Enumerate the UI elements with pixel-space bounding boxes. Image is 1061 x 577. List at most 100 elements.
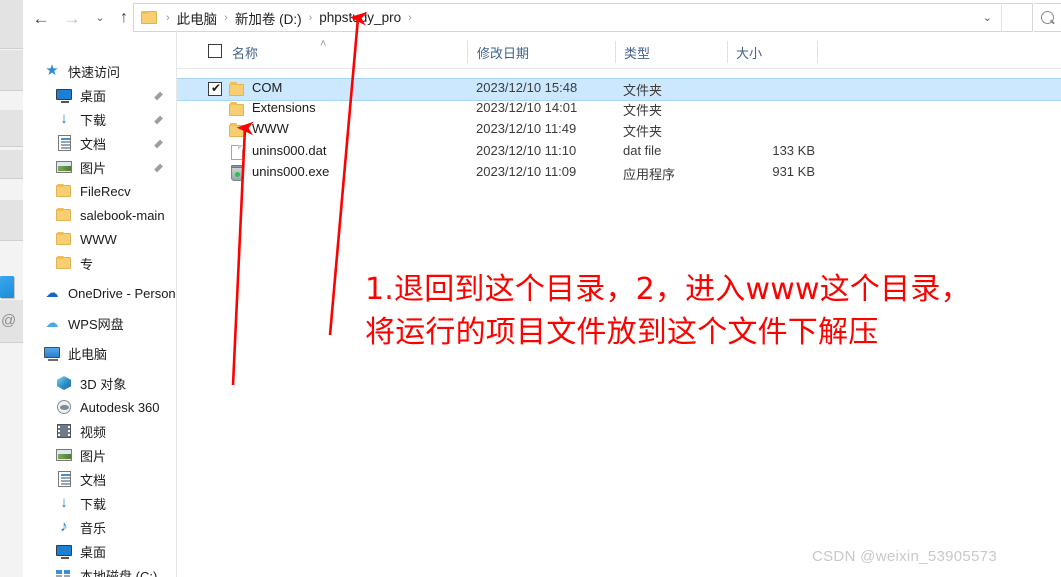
sidebar-item-13[interactable]: Autodesk 360 <box>23 395 176 419</box>
folder-icon <box>55 206 73 224</box>
arrow-up-icon: ↑ <box>120 9 128 26</box>
pin-icon[interactable]: ▮ <box>152 113 165 126</box>
file-size: 931 KB <box>772 164 815 179</box>
pin-icon[interactable]: ▮ <box>152 137 165 150</box>
sidebar-item-17[interactable]: ↓ 下载 <box>23 491 176 515</box>
file-date: 2023/12/10 11:49 <box>476 121 577 136</box>
table-row[interactable]: Extensions 2023/12/10 14:01 文件夹 <box>177 99 1061 120</box>
folder-icon <box>229 82 244 96</box>
download-icon: ↓ <box>60 494 68 511</box>
breadcrumb-phpstudy-pro[interactable]: phpstudy_pro <box>319 10 401 25</box>
sidebar-item-label: 文档 <box>80 136 107 152</box>
recent-locations-button[interactable]: ⌄ <box>87 6 113 30</box>
breadcrumb-this-pc[interactable]: 此电脑 <box>177 8 218 28</box>
navigation-bar: ← → ⌄ ↑ › 此电脑 › 新加卷 (D:) › phpstudy_pro … <box>23 0 1061 36</box>
file-type: 文件夹 <box>623 103 663 118</box>
row-checkbox[interactable]: ✔ <box>208 81 222 96</box>
table-row[interactable]: ✔ COM 2023/12/10 15:48 文件夹 <box>177 78 1061 101</box>
sidebar-item-label: 文档 <box>80 472 107 488</box>
file-name: COM <box>252 80 283 95</box>
folder-icon <box>229 123 244 137</box>
desktop-icon <box>55 86 73 104</box>
pictures-icon <box>56 161 72 173</box>
sidebar-item-19[interactable]: 桌面 <box>23 539 176 563</box>
chevron-down-icon: ⌄ <box>95 11 105 24</box>
sidebar-item-label: WWW <box>80 231 117 247</box>
file-name: WWW <box>252 121 289 136</box>
document-icon <box>55 470 73 488</box>
sidebar-item-label: WPS网盘 <box>68 316 124 332</box>
pin-icon[interactable]: ▮ <box>152 161 165 174</box>
table-row[interactable]: unins000.dat 2023/12/10 11:10 dat file 133 … <box>177 142 1061 163</box>
sidebar-item-label: FileRecv <box>80 183 131 199</box>
annotation-line-2: 将运行的项目文件放到这个文件下解压 <box>365 315 879 350</box>
sidebar-item-18[interactable]: ♪ 音乐 <box>23 515 176 539</box>
select-all-checkbox[interactable] <box>208 44 222 58</box>
sidebar-item-label: OneDrive - Personal <box>68 285 176 301</box>
3d-objects-icon <box>55 374 73 392</box>
folder-icon <box>229 102 244 116</box>
file-icon <box>229 102 245 117</box>
table-row[interactable]: WWW 2023/12/10 11:49 文件夹 <box>177 120 1061 141</box>
download-icon: ↓ <box>55 110 73 128</box>
breadcrumb-separator[interactable]: › <box>401 12 419 24</box>
pin-icon[interactable]: ▮ <box>152 89 165 102</box>
folder-icon <box>56 232 71 245</box>
sidebar-item-16[interactable]: 文档 <box>23 467 176 491</box>
breadcrumb-separator[interactable]: › <box>217 12 235 24</box>
sidebar-item-14[interactable]: 视频 <box>23 419 176 443</box>
autodesk-icon <box>55 398 73 416</box>
check-icon: ✔ <box>211 81 222 95</box>
file-icon <box>229 123 245 138</box>
annotation-text: 1.退回到这个目录，2，进入www这个目录， 将运行的项目文件放到这个文件下解压 <box>365 268 1055 354</box>
sidebar-item-4[interactable]: 图片 ▮ <box>23 155 176 179</box>
file-icon <box>229 165 245 181</box>
file-name: unins000.exe <box>252 164 330 179</box>
sidebar-item-11[interactable]: 此电脑 <box>23 341 176 365</box>
sidebar-item-9[interactable]: ☁ OneDrive - Personal <box>23 281 177 305</box>
document-icon <box>55 134 73 152</box>
sidebar-item-7[interactable]: WWW <box>23 227 176 251</box>
sidebar-item-label: 此电脑 <box>68 346 108 362</box>
sidebar-item-label: 图片 <box>80 160 107 176</box>
desktop-icon <box>56 545 72 559</box>
sidebar-item-12[interactable]: 3D 对象 <box>23 371 176 395</box>
navigation-pane[interactable]: ★ 快速访问 桌面 ▮ ↓ 下载 ▮ 文档 ▮ 图片 ▮ FileRecv salebook-main W… <box>23 36 176 577</box>
address-dropdown-icon[interactable]: ⌄ <box>983 11 992 24</box>
sidebar-item-15[interactable]: 图片 <box>23 443 176 467</box>
column-header-type[interactable]: 类型 <box>624 36 650 68</box>
sidebar-item-label: 桌面 <box>80 88 107 104</box>
column-header-date[interactable]: 修改日期 <box>477 36 529 68</box>
sidebar-item-label: 桌面 <box>80 544 107 560</box>
sidebar-item-label: 本地磁盘 (C:) <box>80 568 158 577</box>
breadcrumb-separator[interactable]: › <box>302 12 320 24</box>
download-icon: ↓ <box>60 110 68 127</box>
sidebar-item-3[interactable]: 文档 ▮ <box>23 131 176 155</box>
forward-button[interactable]: → <box>59 6 85 30</box>
sidebar-item-10[interactable]: ☁ WPS网盘 <box>23 311 176 335</box>
sidebar-item-0[interactable]: ★ 快速访问 <box>23 59 176 83</box>
this-pc-icon <box>44 347 60 361</box>
sidebar-item-label: 3D 对象 <box>80 376 127 392</box>
breadcrumb-new-volume-d[interactable]: 新加卷 (D:) <box>235 8 302 28</box>
sidebar-item-20[interactable]: 本地磁盘 (C:) <box>23 563 176 577</box>
table-row[interactable]: unins000.exe 2023/12/10 11:09 应用程序 931 KB <box>177 163 1061 184</box>
sidebar-item-2[interactable]: ↓ 下载 ▮ <box>23 107 176 131</box>
breadcrumb-separator[interactable]: › <box>159 12 177 24</box>
sidebar-item-6[interactable]: salebook-main <box>23 203 176 227</box>
back-button[interactable]: ← <box>28 6 54 30</box>
column-header-size[interactable]: 大小 <box>736 36 762 68</box>
sidebar-item-8[interactable]: 专 <box>23 251 176 275</box>
sidebar-item-1[interactable]: 桌面 ▮ <box>23 83 176 107</box>
column-header-name[interactable]: 名称 <box>232 36 258 68</box>
folder-icon <box>55 254 73 272</box>
screenshot-root: @ ← → ⌄ ↑ › 此电脑 › 新加卷 (D:) › phpstudy_pr… <box>0 0 1061 577</box>
background-at-glyph: @ <box>1 312 17 329</box>
arrow-left-icon: ← <box>32 8 50 28</box>
pictures-icon <box>55 446 73 464</box>
wps-cloud-icon: ☁ <box>45 315 59 330</box>
annotation-line-1: 1.退回到这个目录，2，进入www这个目录， <box>365 272 971 307</box>
sidebar-item-5[interactable]: FileRecv <box>23 179 176 203</box>
sidebar-item-label: salebook-main <box>80 207 165 223</box>
address-bar[interactable]: › 此电脑 › 新加卷 (D:) › phpstudy_pro › ⌄ <box>133 3 1033 32</box>
